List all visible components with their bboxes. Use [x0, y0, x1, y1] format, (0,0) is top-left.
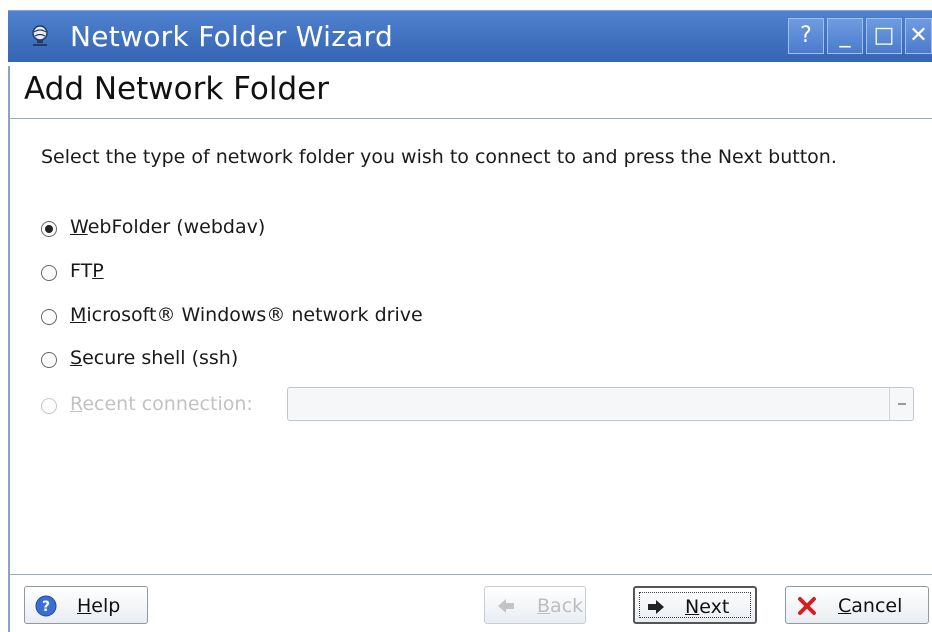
- option-recent-label: Recent connection:: [70, 393, 253, 415]
- wizard-page: Add Network Folder Select the type of ne…: [8, 66, 932, 632]
- radio-ftp[interactable]: [41, 265, 57, 281]
- header-divider: [10, 118, 932, 119]
- footer-divider: [10, 574, 932, 575]
- radio-windows-drive[interactable]: [41, 309, 57, 325]
- option-ssh-label[interactable]: Secure shell (ssh): [70, 347, 238, 369]
- radio-recent[interactable]: [41, 398, 57, 414]
- option-webdav-label[interactable]: WebFolder (webdav): [70, 216, 265, 238]
- chevron-down-icon[interactable]: [889, 388, 913, 420]
- radio-webdav[interactable]: [41, 221, 57, 237]
- window-titlebar: Network Folder Wizard ? _ □ ✕: [0, 0, 932, 66]
- network-globe-icon: [32, 25, 48, 46]
- back-button-label: Back: [537, 595, 584, 617]
- instruction-text: Select the type of network folder you wi…: [41, 146, 837, 168]
- window-title: Network Folder Wizard: [70, 20, 394, 53]
- svg-text:?: ?: [42, 599, 50, 615]
- cancel-icon: [798, 597, 816, 615]
- arrow-left-icon: [498, 599, 514, 613]
- back-button[interactable]: Back: [484, 586, 586, 624]
- help-window-button[interactable]: ?: [788, 18, 824, 54]
- next-button-label: Next: [685, 596, 730, 618]
- page-title: Add Network Folder: [24, 71, 329, 107]
- minimize-button[interactable]: _: [827, 18, 863, 54]
- option-ftp-label[interactable]: FTP: [70, 260, 104, 282]
- help-button-label: Help: [77, 595, 121, 617]
- arrow-right-icon: [648, 600, 664, 614]
- recent-connection-combo[interactable]: [287, 387, 914, 421]
- option-windows-drive-label[interactable]: Microsoft® Windows® network drive: [70, 304, 423, 326]
- help-button[interactable]: ? Help: [24, 586, 148, 624]
- cancel-button[interactable]: Cancel: [785, 586, 929, 624]
- radio-ssh[interactable]: [41, 352, 57, 368]
- next-button[interactable]: Next: [633, 586, 757, 624]
- close-button[interactable]: ✕: [905, 18, 932, 54]
- help-icon: ?: [35, 595, 57, 617]
- maximize-button[interactable]: □: [866, 18, 902, 54]
- cancel-button-label: Cancel: [838, 595, 903, 617]
- titlebar-bar[interactable]: Network Folder Wizard ? _ □ ✕: [8, 10, 932, 62]
